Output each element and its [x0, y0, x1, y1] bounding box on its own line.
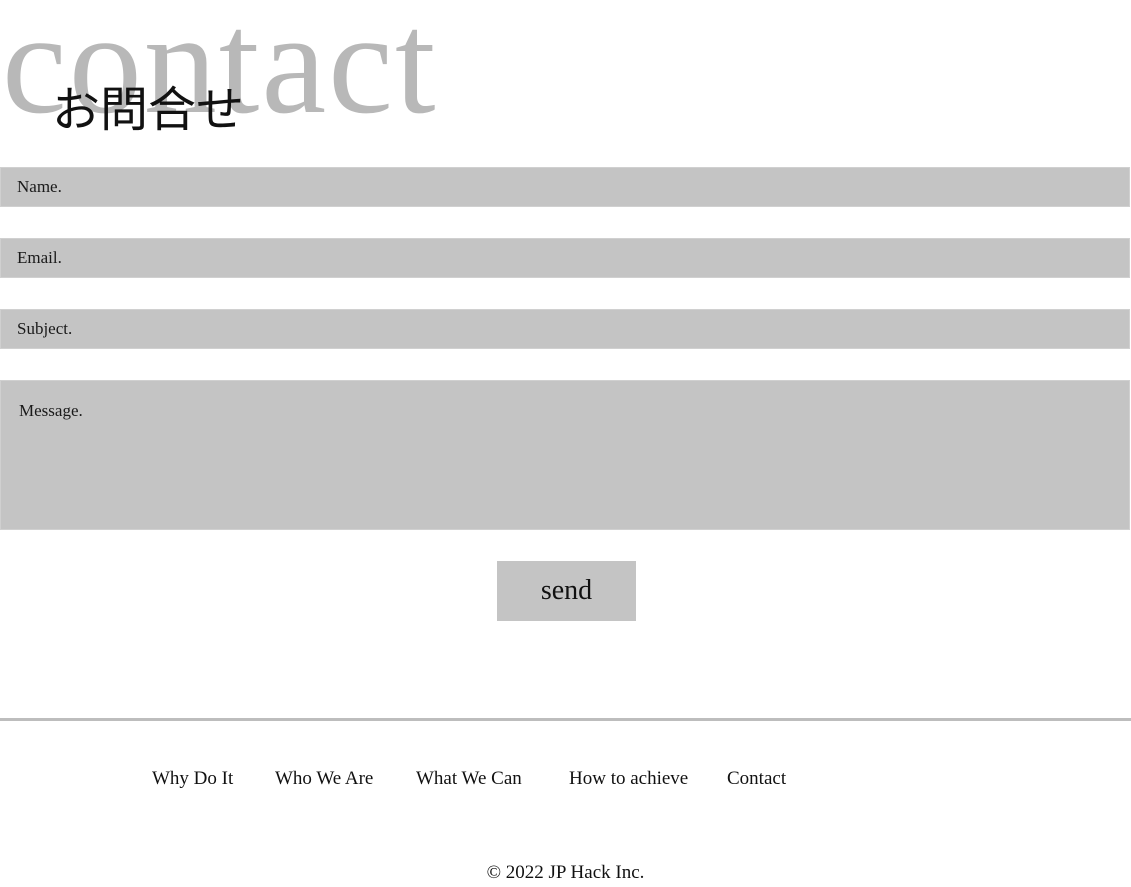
footer-link-what-we-can[interactable]: What We Can	[416, 768, 522, 790]
footer-nav: Why Do It Who We Are What We Can How to …	[0, 768, 1131, 798]
send-button[interactable]: send	[497, 561, 636, 621]
footer-link-who-we-are[interactable]: Who We Are	[275, 768, 373, 790]
copyright-text: © 2022 JP Hack Inc.	[486, 862, 645, 883]
footer-link-contact[interactable]: Contact	[727, 768, 786, 790]
footer-link-how-to-achieve[interactable]: How to achieve	[569, 768, 688, 790]
email-field[interactable]	[0, 238, 1130, 278]
footer-link-why-do-it[interactable]: Why Do It	[152, 768, 233, 790]
footer-divider	[0, 718, 1131, 721]
contact-page: contact お問合せ send Why Do It Who We Are W…	[0, 0, 1131, 887]
page-title: お問合せ	[52, 82, 245, 138]
name-field[interactable]	[0, 167, 1130, 207]
subject-field[interactable]	[0, 309, 1130, 349]
message-field[interactable]	[0, 380, 1130, 530]
